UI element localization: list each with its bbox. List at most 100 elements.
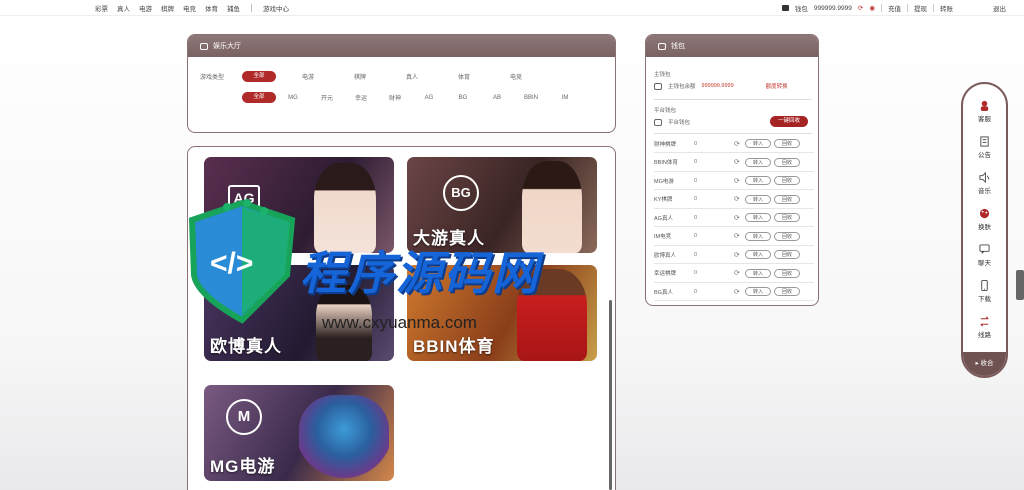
type-option[interactable]: 真人 bbox=[380, 72, 444, 81]
game-card-mg[interactable]: M MG电游 bbox=[204, 385, 394, 481]
eye-icon[interactable]: ◉ bbox=[869, 4, 875, 12]
transfer-out-button[interactable]: 回收 bbox=[774, 139, 800, 148]
transfer-in-button[interactable]: 转入 bbox=[745, 287, 771, 296]
platform-option[interactable]: 财神 bbox=[378, 93, 412, 102]
nav-item[interactable]: 电游 bbox=[139, 3, 152, 13]
game-title: BBIN体育 bbox=[413, 337, 495, 356]
nav-item[interactable]: 捕鱼 bbox=[227, 3, 240, 13]
platform-option[interactable]: BG bbox=[446, 95, 480, 101]
sidebar-item-download[interactable]: 下载 bbox=[963, 280, 1006, 303]
transfer-out-button[interactable]: 回收 bbox=[774, 250, 800, 259]
transfer-out-button[interactable]: 回收 bbox=[774, 157, 800, 167]
transfer-in-button[interactable]: 转入 bbox=[745, 231, 771, 241]
logout-link[interactable]: 退出 bbox=[993, 3, 1006, 13]
sidebar-item-music[interactable]: 音乐 bbox=[963, 172, 1006, 195]
sidebar-collapse-button[interactable]: ▸ 收合 bbox=[963, 352, 1006, 376]
refresh-icon[interactable]: ⟳ bbox=[734, 140, 742, 148]
platform-option[interactable]: 开元 bbox=[310, 93, 344, 102]
wallet-icon bbox=[781, 5, 789, 11]
refresh-icon[interactable]: ⟳ bbox=[734, 269, 742, 277]
type-option[interactable]: 电游 bbox=[276, 72, 340, 81]
nav-item[interactable]: 真人 bbox=[117, 3, 130, 13]
refresh-icon[interactable]: ⟳ bbox=[734, 177, 742, 185]
nav-item[interactable]: 体育 bbox=[205, 3, 218, 13]
platform-option-active[interactable]: 全部 bbox=[242, 92, 276, 103]
wallet-panel: 钱包 主钱包 主钱包余额 999999.9999 额度转换 平台钱包 平台钱包 … bbox=[645, 34, 819, 306]
speaker-icon bbox=[979, 172, 990, 183]
transfer-out-button[interactable]: 回收 bbox=[774, 194, 800, 204]
nav-item[interactable]: 彩票 bbox=[95, 3, 108, 13]
platform-filter: 全部 MG 开元 幸运 财神 AG BG AB BBIN IM bbox=[242, 92, 582, 103]
transfer-in-button[interactable]: 转入 bbox=[745, 157, 771, 167]
platform-option[interactable]: 幸运 bbox=[344, 93, 378, 102]
wallet-row: AG真人 0 ⟳ 转入 回收 bbox=[654, 209, 814, 227]
platform-amount: 0 bbox=[694, 140, 698, 147]
sidebar-item-service[interactable]: 客服 bbox=[963, 100, 1006, 123]
transfer-out-button[interactable]: 回收 bbox=[774, 287, 800, 296]
platform-option[interactable]: AG bbox=[412, 95, 446, 101]
divider bbox=[933, 4, 934, 12]
transfer-out-button[interactable]: 回收 bbox=[774, 231, 800, 241]
game-card-ob[interactable]: 欧博真人 bbox=[204, 265, 394, 361]
transfer-out-button[interactable]: 回收 bbox=[774, 268, 800, 278]
transfer-out-button[interactable]: 回收 bbox=[774, 176, 800, 185]
notice-icon bbox=[980, 136, 989, 147]
wallet-row: 财神棋牌 0 ⟳ 转入 回收 bbox=[654, 135, 814, 153]
type-option-active[interactable]: 全部 bbox=[242, 71, 276, 82]
refresh-icon[interactable]: ⟳ bbox=[734, 158, 742, 166]
transfer-in-button[interactable]: 转入 bbox=[745, 139, 771, 148]
wallet-row: 欧博真人 0 ⟳ 转入 回收 bbox=[654, 246, 814, 264]
platform-option[interactable]: BBIN bbox=[514, 95, 548, 101]
platform-option[interactable]: IM bbox=[548, 95, 582, 101]
transfer-in-button[interactable]: 转入 bbox=[745, 213, 771, 222]
palette-icon bbox=[979, 208, 990, 219]
refresh-icon[interactable]: ⟳ bbox=[734, 195, 742, 203]
type-option[interactable]: 棋牌 bbox=[340, 72, 380, 81]
platform-name: BG真人 bbox=[654, 289, 673, 296]
sidebar-item-notice[interactable]: 公告 bbox=[963, 136, 1006, 159]
game-card-bg[interactable]: BG 大游真人 bbox=[407, 157, 597, 253]
withdraw-link[interactable]: 提现 bbox=[914, 3, 927, 13]
wallet-small-icon bbox=[654, 118, 662, 126]
platform-amount: 0 bbox=[694, 177, 698, 184]
transfer-out-button[interactable]: 回收 bbox=[774, 213, 800, 222]
type-option[interactable]: 电竞 bbox=[484, 72, 548, 81]
sidebar-item-skin[interactable]: 换肤 bbox=[963, 208, 1006, 231]
recover-all-button[interactable]: 一键回收 bbox=[770, 116, 808, 127]
transfer-in-button[interactable]: 转入 bbox=[745, 194, 771, 204]
floating-sidebar: 客服 公告 音乐 换肤 聊天 下载 线路 ▸ 收合 bbox=[961, 82, 1008, 378]
wallet-row: MG电游 0 ⟳ 转入 回收 bbox=[654, 172, 814, 190]
nav-item[interactable]: 游戏中心 bbox=[263, 3, 289, 13]
platform-option[interactable]: AB bbox=[480, 95, 514, 101]
game-card-bbin[interactable]: BBIN体育 bbox=[407, 265, 597, 361]
platform-amount: 0 bbox=[694, 214, 698, 221]
main-wallet-section: 主钱包 bbox=[654, 72, 671, 78]
host-image bbox=[522, 161, 582, 253]
sidebar-item-route[interactable]: 线路 bbox=[963, 316, 1006, 339]
type-option[interactable]: 体育 bbox=[444, 72, 484, 81]
convert-link[interactable]: 额度转换 bbox=[766, 82, 788, 90]
refresh-icon[interactable]: ⟳ bbox=[734, 288, 742, 296]
transfer-link[interactable]: 转账 bbox=[940, 3, 953, 13]
nav-item[interactable]: 电竞 bbox=[183, 3, 196, 13]
deposit-link[interactable]: 充值 bbox=[888, 3, 901, 13]
nav-item[interactable]: 棋牌 bbox=[161, 3, 174, 13]
refresh-icon[interactable]: ⟳ bbox=[734, 214, 742, 222]
platform-amount: 0 bbox=[694, 288, 698, 295]
refresh-icon[interactable]: ⟳ bbox=[734, 232, 742, 240]
platform-option[interactable]: MG bbox=[276, 95, 310, 101]
games-scrollbar[interactable] bbox=[609, 300, 612, 490]
platform-amount: 0 bbox=[694, 251, 698, 258]
platform-amount: 0 bbox=[694, 270, 698, 276]
divider bbox=[654, 133, 812, 134]
refresh-icon[interactable]: ⟳ bbox=[858, 4, 863, 12]
game-card-ag[interactable]: AG AG真人 bbox=[204, 157, 394, 253]
transfer-in-button[interactable]: 转入 bbox=[745, 268, 771, 278]
sidebar-label: 换肤 bbox=[978, 224, 991, 231]
character-image bbox=[299, 395, 389, 481]
refresh-icon[interactable]: ⟳ bbox=[734, 251, 742, 259]
page-scrollbar[interactable] bbox=[1016, 270, 1024, 300]
sidebar-item-chat[interactable]: 聊天 bbox=[963, 244, 1006, 267]
transfer-in-button[interactable]: 转入 bbox=[745, 250, 771, 259]
transfer-in-button[interactable]: 转入 bbox=[745, 176, 771, 185]
